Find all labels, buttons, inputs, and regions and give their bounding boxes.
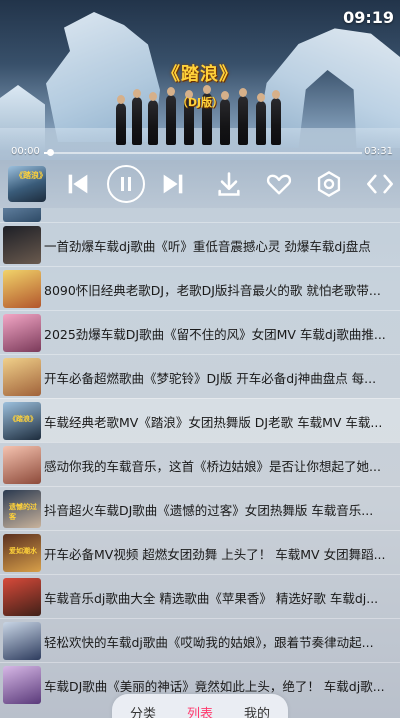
list-item[interactable]: 8090怀旧经典老歌DJ，老歌DJ版抖音最火的歌 就怕老歌带... (0, 266, 400, 310)
video-thumbnail (3, 314, 41, 352)
video-list: 一首劲爆车载dj歌曲《听》重低音震撼心灵 劲爆车载dj盘点 8090怀旧经典老歌… (0, 208, 400, 718)
fullscreen-icon[interactable] (366, 170, 394, 198)
skip-next-icon[interactable] (159, 170, 187, 198)
list-item[interactable]: 爱如潮水 开车必备MV视频 超燃女团劲舞 上头了！ 车载MV 女团舞蹈... (0, 530, 400, 574)
list-item-title: 开车必备超燃歌曲《梦驼铃》DJ版 开车必备dj神曲盘点 每... (44, 371, 377, 386)
list-item[interactable]: 车载音乐dj歌曲大全 精选歌曲《苹果香》 精选好歌 车载dj... (0, 574, 400, 618)
heart-icon[interactable] (265, 170, 293, 198)
list-item-title: 轻松欢快的车载dj歌曲《哎呦我的姑娘》，跟着节奏律动起... (44, 635, 374, 650)
download-icon[interactable] (215, 170, 243, 198)
now-playing-thumbnail[interactable]: 《踏浪》 (8, 166, 46, 202)
list-item-title: 2025劲爆车载DJ歌曲《留不住的风》女团MV 车载dj歌曲推... (44, 327, 386, 342)
pause-icon (121, 177, 131, 191)
status-clock: 09:19 (343, 8, 394, 27)
list-item-title: 一首劲爆车载dj歌曲《听》重低音震撼心灵 劲爆车载dj盘点 (44, 239, 371, 254)
settings-icon[interactable] (315, 170, 343, 198)
player-controls: 《踏浪》 (0, 160, 400, 208)
tab-mine[interactable]: 我的 (228, 703, 286, 718)
video-thumbnail (3, 666, 41, 704)
video-thumbnail: 遗憾的过客 (3, 490, 41, 528)
video-thumbnail (3, 578, 41, 616)
list-item[interactable]: 开车必备超燃歌曲《梦驼铃》DJ版 开车必备dj神曲盘点 每... (0, 354, 400, 398)
list-item-title: 抖音超火车载DJ歌曲《遗憾的过客》女团热舞版 车载音乐... (44, 503, 374, 518)
list-item[interactable]: 遗憾的过客 抖音超火车载DJ歌曲《遗憾的过客》女团热舞版 车载音乐... (0, 486, 400, 530)
video-thumbnail (3, 622, 41, 660)
skip-previous-icon[interactable] (64, 170, 92, 198)
total-time: 03:31 (364, 146, 393, 157)
list-item[interactable]: 2025劲爆车载DJ歌曲《留不住的风》女团MV 车载dj歌曲推... (0, 310, 400, 354)
current-time: 00:00 (11, 146, 40, 157)
list-item[interactable]: 一首劲爆车载dj歌曲《听》重低音震撼心灵 劲爆车载dj盘点 (0, 222, 400, 266)
list-item-active[interactable]: 《踏浪》 车载经典老歌MV《踏浪》女团热舞版 DJ老歌 车载MV 车载... (0, 398, 400, 442)
song-subtitle-overlay: （DJ版） (176, 96, 224, 109)
pause-button[interactable] (107, 165, 145, 203)
list-item-title: 车载经典老歌MV《踏浪》女团热舞版 DJ老歌 车载MV 车载... (44, 415, 383, 430)
progress-bar[interactable] (44, 149, 362, 156)
progress-knob[interactable] (46, 149, 54, 156)
list-item-title: 开车必备MV视频 超燃女团劲舞 上头了！ 车载MV 女团舞蹈... (44, 547, 386, 562)
video-thumbnail: 《踏浪》 (3, 402, 41, 440)
tab-list[interactable]: 列表 (171, 703, 229, 718)
list-item-title: 车载音乐dj歌曲大全 精选歌曲《苹果香》 精选好歌 车载dj... (44, 591, 379, 606)
song-title-overlay: 《踏浪》 (162, 64, 238, 85)
list-item-title: 8090怀旧经典老歌DJ，老歌DJ版抖音最火的歌 就怕老歌带... (44, 283, 381, 298)
video-thumbnail (3, 270, 41, 308)
list-item-title: 感动你我的车载音乐，这首《桥边姑娘》是否让你想起了她... (44, 459, 381, 474)
thumbnail-tag: 《踏浪》 (15, 171, 46, 180)
video-thumbnail: 爱如潮水 (3, 534, 41, 572)
bottom-tab-bar: 分类 列表 我的 (112, 694, 288, 718)
video-thumbnail (3, 358, 41, 396)
list-item-title: 车载DJ歌曲《美丽的神话》竟然如此上头，绝了！ 车载dj歌... (44, 679, 385, 694)
tab-category[interactable]: 分类 (114, 703, 172, 718)
list-item[interactable]: 轻松欢快的车载dj歌曲《哎呦我的姑娘》，跟着节奏律动起... (0, 618, 400, 662)
video-thumbnail (3, 446, 41, 484)
video-thumbnail (3, 226, 41, 264)
video-player[interactable]: 《踏浪》 （DJ版） 09:19 00:00 03:31 (0, 0, 400, 160)
dancers (108, 80, 283, 145)
list-item[interactable]: 感动你我的车载音乐，这首《桥边姑娘》是否让你想起了她... (0, 442, 400, 486)
